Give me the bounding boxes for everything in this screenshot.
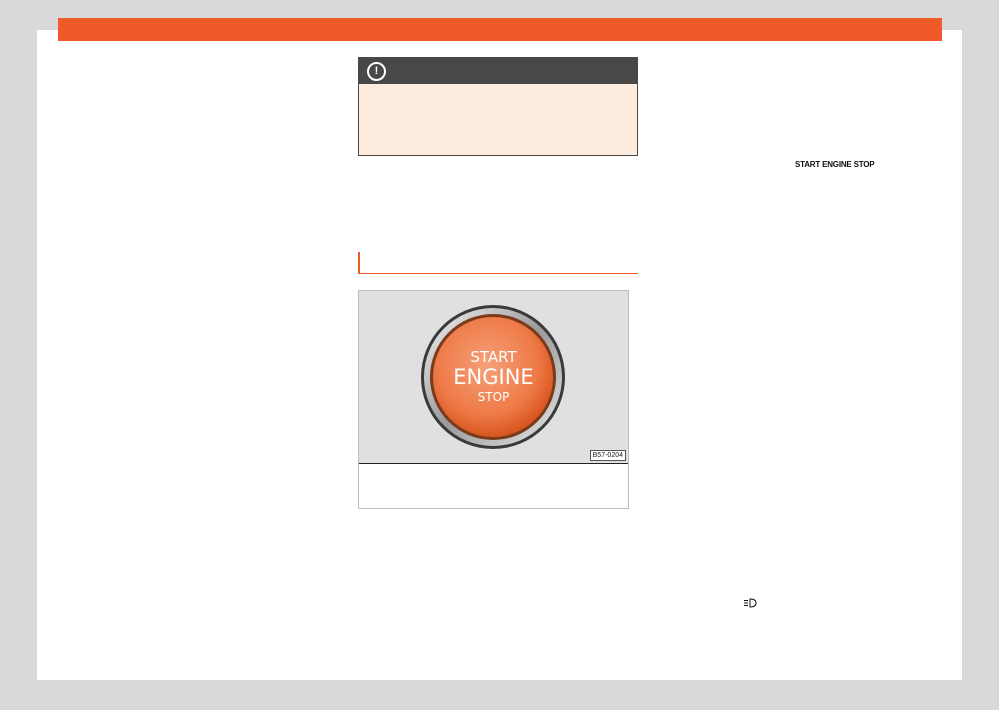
section-heading-rule	[358, 252, 638, 274]
header-bar	[58, 18, 942, 41]
figure-code: B57-0204	[589, 450, 626, 461]
headlight-icon	[744, 598, 757, 608]
exclamation-circle-icon: !	[367, 61, 386, 81]
button-label-engine: ENGINE	[453, 365, 534, 389]
figure-image: START ENGINE STOP B57-0204	[359, 291, 628, 464]
caution-header: !	[359, 58, 637, 84]
button-label-start: START	[470, 348, 517, 366]
figure-start-engine-button: START ENGINE STOP B57-0204	[358, 290, 629, 509]
caution-box: !	[358, 57, 638, 156]
button-label-stop: STOP	[477, 390, 510, 404]
inline-key-label: START ENGINE STOP	[795, 160, 875, 169]
